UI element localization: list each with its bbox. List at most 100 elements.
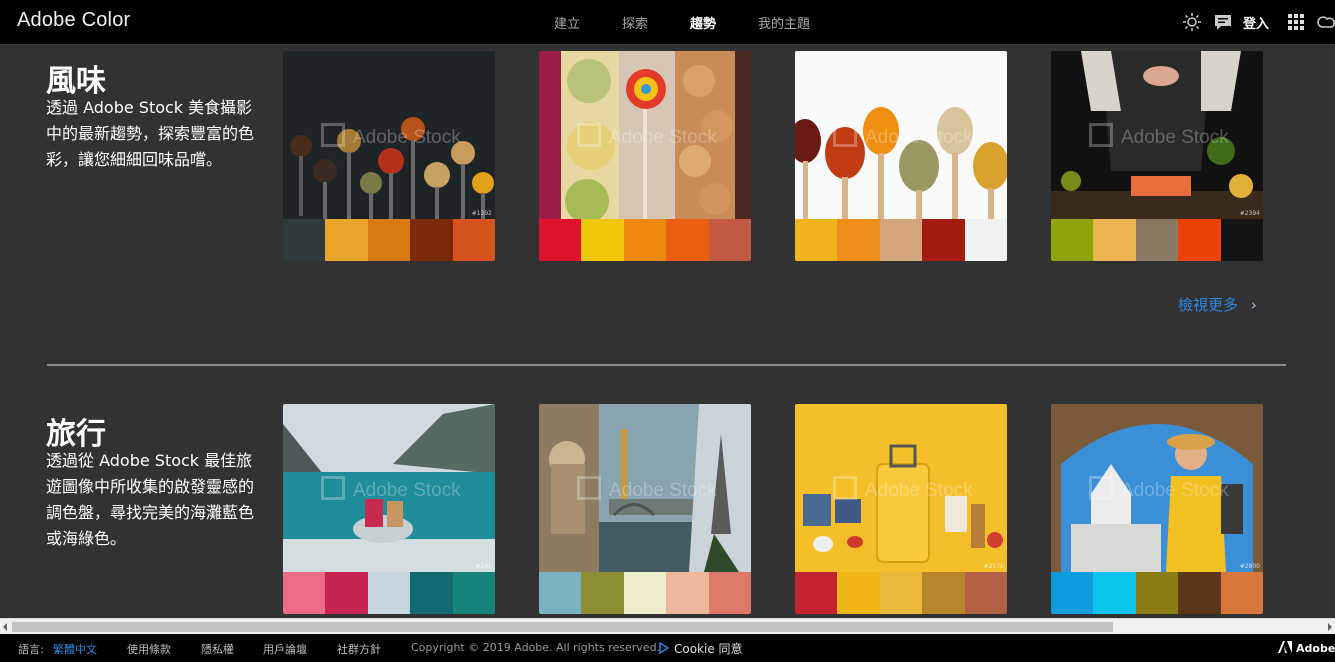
adobe-stock-logo-icon [577, 476, 601, 500]
nav-trends[interactable]: 趨勢 [690, 13, 716, 32]
theme-card-spices-dark[interactable]: Adobe Stock #1392 [283, 51, 495, 261]
color-swatches [539, 572, 751, 614]
swatch[interactable] [795, 572, 838, 614]
horizontal-scrollbar[interactable] [0, 618, 1335, 634]
swatch[interactable] [964, 219, 1007, 261]
swatch[interactable] [837, 572, 880, 614]
theme-toggle-icon[interactable] [1182, 12, 1202, 32]
image-id: #245 [475, 563, 492, 570]
adobe-stock-logo-icon [321, 123, 345, 147]
theme-card-lake[interactable]: Adobe Stock #245 [283, 404, 495, 614]
main-nav: 建立 探索 趨勢 我的主題 [0, 13, 1335, 33]
scroll-left-arrow-icon[interactable] [1, 622, 9, 632]
swatch[interactable] [581, 572, 624, 614]
swatch[interactable] [1135, 572, 1179, 614]
adobe-logo[interactable]: Adobe [1278, 641, 1335, 655]
swatch[interactable] [1220, 572, 1263, 614]
adobe-stock-logo-icon [577, 123, 601, 147]
adobe-stock-logo-icon [833, 123, 857, 147]
image-id: #1392 [471, 210, 492, 217]
language-selector[interactable]: 繁體中文 [53, 641, 97, 657]
swatch[interactable] [666, 219, 709, 261]
swatch[interactable] [1135, 219, 1179, 261]
theme-card-suitcase[interactable]: Adobe Stock #2570 [795, 404, 1007, 614]
swatch[interactable] [1051, 219, 1094, 261]
image-id: #2800 [1239, 563, 1260, 570]
top-nav-bar: Adobe Color 建立 探索 趨勢 我的主題 登入 [0, 0, 1335, 44]
swatch[interactable] [1051, 572, 1094, 614]
swatch[interactable] [922, 219, 965, 261]
section-desc-travel: 透過從 Adobe Stock 最佳旅遊圖像中所收集的啟發靈感的調色盤，尋找完美… [46, 451, 255, 548]
swatch[interactable] [367, 219, 411, 261]
scrollbar-thumb[interactable] [12, 622, 1113, 632]
swatch[interactable] [623, 219, 667, 261]
swatch[interactable] [1093, 572, 1136, 614]
theme-card-city[interactable]: Adobe Stock [539, 404, 751, 614]
watermark: Adobe Stock [833, 476, 973, 502]
theme-card-traveler[interactable]: Adobe Stock #2800 [1051, 404, 1263, 614]
section-title-flavor: 風味 [46, 64, 106, 99]
swatch[interactable] [837, 219, 880, 261]
swatch[interactable] [1093, 219, 1136, 261]
feedback-icon[interactable] [1213, 12, 1233, 32]
nav-explore[interactable]: 探索 [622, 13, 648, 32]
color-swatches [283, 219, 495, 261]
swatch[interactable] [581, 219, 624, 261]
color-swatches [539, 219, 751, 261]
adobe-label: Adobe [1296, 642, 1335, 655]
nav-my-themes[interactable]: 我的主題 [758, 13, 810, 32]
adobe-stock-logo-icon [833, 476, 857, 500]
swatch[interactable] [879, 572, 923, 614]
swatch[interactable] [1178, 219, 1221, 261]
community-link[interactable]: 社群方針 [337, 641, 381, 657]
swatch[interactable] [666, 572, 709, 614]
theme-card-spices-white[interactable]: Adobe Stock [795, 51, 1007, 261]
color-swatches [283, 572, 495, 614]
forums-link[interactable]: 用戶論壇 [263, 641, 307, 657]
theme-card-sweets[interactable]: Adobe Stock [539, 51, 751, 261]
color-swatches [795, 219, 1007, 261]
creative-cloud-icon[interactable] [1316, 12, 1335, 32]
nav-create[interactable]: 建立 [554, 13, 580, 32]
swatch[interactable] [283, 219, 326, 261]
swatch[interactable] [325, 219, 368, 261]
watermark: Adobe Stock [577, 476, 717, 502]
chevron-right-icon: › [1250, 296, 1257, 314]
theme-card-chef[interactable]: Adobe Stock #2394 [1051, 51, 1263, 261]
color-swatches [1051, 572, 1263, 614]
swatch[interactable] [922, 572, 965, 614]
view-more-link[interactable]: 檢視更多 › [1178, 294, 1257, 315]
swatch[interactable] [795, 219, 838, 261]
color-swatches [795, 572, 1007, 614]
signin-button[interactable]: 登入 [1243, 13, 1269, 32]
adobe-stock-logo-icon [1089, 123, 1113, 147]
scroll-right-arrow-icon[interactable] [1326, 622, 1334, 632]
swatch[interactable] [452, 219, 495, 261]
watermark: Adobe Stock [321, 476, 461, 502]
swatch[interactable] [708, 219, 751, 261]
watermark: Adobe Stock [1089, 123, 1229, 149]
swatch[interactable] [1220, 219, 1263, 261]
swatch[interactable] [623, 572, 667, 614]
swatch[interactable] [539, 219, 582, 261]
swatch[interactable] [410, 572, 453, 614]
image-id: #2570 [983, 563, 1004, 570]
privacy-link[interactable]: 隱私權 [201, 641, 234, 657]
swatch[interactable] [879, 219, 923, 261]
swatch[interactable] [452, 572, 495, 614]
swatch[interactable] [410, 219, 453, 261]
color-swatches [1051, 219, 1263, 261]
swatch[interactable] [325, 572, 368, 614]
section-title-travel: 旅行 [46, 417, 106, 452]
cookie-label: Cookie 同意 [674, 642, 743, 656]
cookie-consent-button[interactable]: Cookie 同意 [658, 640, 743, 657]
swatch[interactable] [539, 572, 582, 614]
copyright: Copyright © 2019 Adobe. All rights reser… [411, 641, 661, 654]
swatch[interactable] [964, 572, 1007, 614]
swatch[interactable] [1178, 572, 1221, 614]
swatch[interactable] [283, 572, 326, 614]
apps-grid-icon[interactable] [1286, 12, 1306, 32]
swatch[interactable] [708, 572, 751, 614]
swatch[interactable] [367, 572, 411, 614]
terms-link[interactable]: 使用條款 [127, 641, 171, 657]
